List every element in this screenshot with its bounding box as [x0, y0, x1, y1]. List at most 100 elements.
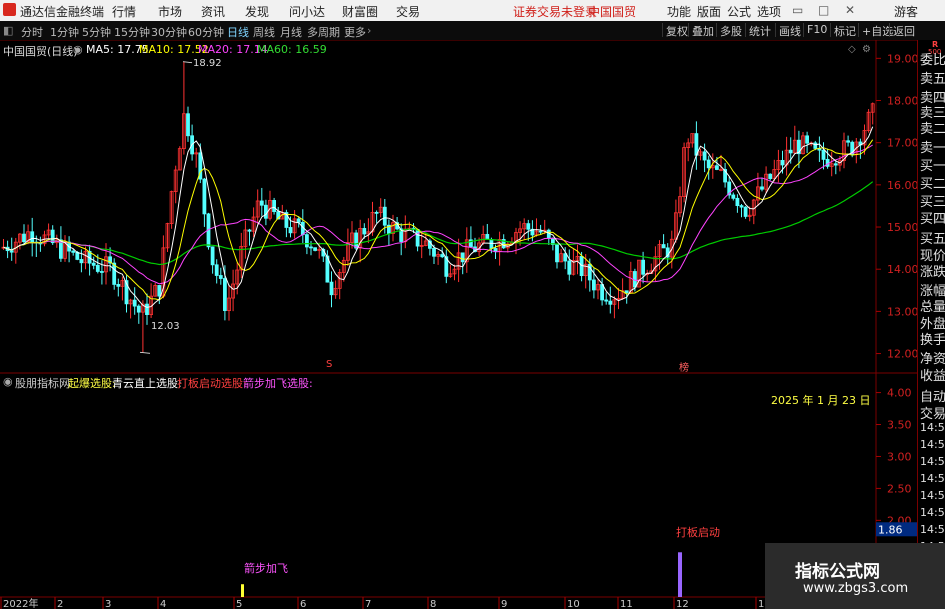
- btn-biaoji[interactable]: 标记: [830, 23, 859, 38]
- candle-body: [833, 163, 838, 166]
- quote-label: 买二: [920, 177, 945, 192]
- candle-body: [805, 135, 809, 144]
- tab-60min[interactable]: 60分钟: [188, 24, 224, 40]
- menu-zixun[interactable]: 资讯: [201, 3, 225, 20]
- indicator-tick-label: 3.50: [887, 419, 912, 432]
- ma10-line: [3, 139, 874, 301]
- collapse-icon[interactable]: ◧: [3, 24, 13, 37]
- menu-jiaoyi[interactable]: 交易: [396, 3, 420, 20]
- candle-body: [546, 229, 551, 239]
- title-bar: 通达信金融终端 行情 市场 资讯 发现 问小达 财富圈 交易 证券交易未登录 中…: [0, 0, 945, 22]
- candle-body: [136, 305, 141, 313]
- candle-body: [608, 300, 613, 305]
- menu-shichang[interactable]: 市场: [158, 3, 182, 20]
- quote-label: 买一: [920, 159, 945, 174]
- tick-time: 14:56: [920, 438, 945, 451]
- menu-caifuquan[interactable]: 财富圈: [342, 3, 378, 20]
- candle-body: [222, 278, 227, 311]
- btn-tongji[interactable]: 统计: [745, 23, 774, 38]
- time-tick-label: 9: [501, 599, 507, 609]
- menu-gongneng[interactable]: 功能: [667, 3, 691, 20]
- login-notice[interactable]: 证券交易未登录: [513, 3, 597, 20]
- quote-label: 换手: [920, 333, 945, 348]
- chart-title: 中国国贸(日线): [3, 45, 78, 58]
- menu-xuanxiang[interactable]: 选项: [757, 3, 781, 20]
- guest-user[interactable]: 游客: [894, 3, 918, 20]
- restore-icon[interactable]: □: [818, 3, 829, 17]
- tab-multi-period[interactable]: 多周期: [307, 24, 340, 40]
- ma-settings-icon[interactable]: ◉: [73, 43, 83, 56]
- time-tick-label: 6: [300, 599, 306, 609]
- menu-gongshi[interactable]: 公式: [727, 3, 751, 20]
- candle-body: [731, 194, 736, 199]
- tick-time: 14:56: [920, 455, 945, 468]
- candle-body: [538, 230, 543, 233]
- price-tick-label: 17.00: [887, 137, 917, 150]
- menu-banmian[interactable]: 版面: [697, 3, 721, 20]
- menu-wenxiaoda[interactable]: 问小达: [289, 3, 325, 20]
- minimize-icon[interactable]: ▭: [792, 3, 803, 17]
- quote-label: 卖一: [920, 141, 945, 156]
- tab-more[interactable]: 更多: [344, 24, 366, 40]
- quote-label: 卖五: [920, 72, 945, 87]
- candle-body: [116, 284, 121, 287]
- btn-back[interactable]: 返回: [889, 23, 918, 38]
- time-tick-label: 11: [620, 599, 633, 609]
- marker-s[interactable]: S: [326, 359, 332, 370]
- candle-body: [526, 223, 531, 230]
- time-tick-label: 2: [57, 599, 63, 609]
- candle-body: [313, 247, 318, 251]
- candle-body: [661, 244, 666, 249]
- btn-fuquan[interactable]: 复权: [662, 23, 691, 38]
- candle-body: [95, 264, 100, 272]
- btn-huaxian[interactable]: 画线: [775, 23, 804, 38]
- quote-label: 委比: [920, 53, 945, 68]
- period-toolbar: ◧ 分时 1分钟 5分钟 15分钟 30分钟 60分钟 日线 周线 月线 多周期…: [0, 21, 945, 41]
- settings-icon: ⚙: [862, 44, 871, 55]
- btn-diejia[interactable]: 叠加: [688, 23, 717, 38]
- candle-body: [157, 285, 162, 297]
- quote-label: 买四: [920, 212, 945, 227]
- candle-body: [309, 246, 313, 249]
- btn-duogu[interactable]: 多股: [716, 23, 745, 38]
- time-tick-label: 1: [758, 599, 764, 609]
- candle-body: [715, 165, 719, 170]
- close-icon[interactable]: ✕: [845, 3, 855, 17]
- quote-label: 卖二: [920, 122, 945, 137]
- candle-body: [382, 206, 387, 226]
- candle-body: [288, 227, 293, 234]
- time-tick-label: 12: [676, 599, 689, 609]
- watermark: 指标公式网 www.zbgs3.com: [765, 543, 945, 609]
- btn-f10[interactable]: F10: [803, 23, 830, 37]
- candle-body: [604, 299, 609, 302]
- tab-daily[interactable]: 日线: [227, 24, 249, 40]
- indicator-settings-icon[interactable]: ◉: [3, 375, 13, 388]
- tab-weekly[interactable]: 周线: [253, 24, 275, 40]
- menu-faxian[interactable]: 发现: [245, 3, 269, 20]
- kline-chart[interactable]: 19.0018.0017.0016.0015.0014.0013.0012.00…: [0, 40, 917, 609]
- signal-bar-daban: [678, 552, 682, 597]
- tab-fenshi[interactable]: 分时: [21, 24, 43, 40]
- indicator-name: 股朋指标网: [15, 377, 70, 390]
- candle-body: [91, 262, 96, 266]
- candle-body: [374, 211, 379, 214]
- candle-body: [263, 204, 268, 219]
- price-tick-label: 12.00: [887, 348, 917, 361]
- candle-body: [735, 197, 740, 206]
- ma60-value: MA60: 16.59: [257, 43, 327, 56]
- price-tick-label: 19.00: [887, 52, 917, 65]
- candle-body: [706, 159, 711, 169]
- chevron-right-icon[interactable]: ›: [367, 24, 371, 37]
- price-tick-label: 15.00: [887, 221, 917, 234]
- candle-body: [555, 244, 559, 263]
- menu-hangqing[interactable]: 行情: [112, 3, 136, 20]
- candle-body: [780, 160, 785, 166]
- tab-30min[interactable]: 30分钟: [151, 24, 187, 40]
- price-tick-label: 16.00: [887, 179, 917, 192]
- tab-monthly[interactable]: 月线: [280, 24, 302, 40]
- tab-15min[interactable]: 15分钟: [114, 24, 150, 40]
- tab-5min[interactable]: 5分钟: [82, 24, 111, 40]
- candle-body: [440, 254, 445, 258]
- marker-bang[interactable]: 榜: [679, 359, 689, 374]
- tab-1min[interactable]: 1分钟: [50, 24, 79, 40]
